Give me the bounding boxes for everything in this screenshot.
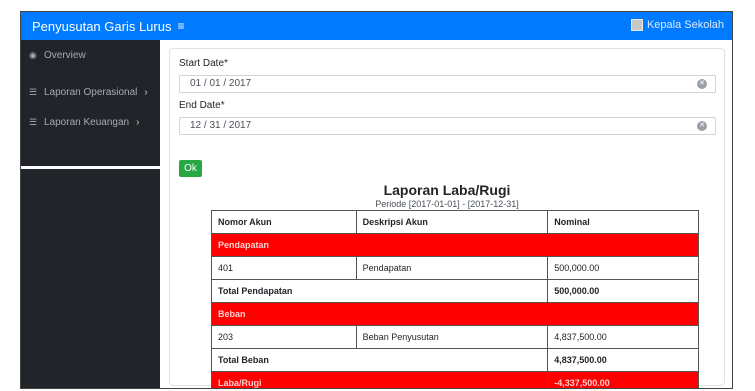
column-header: Nominal (547, 210, 699, 234)
list-icon: ☰ (29, 117, 38, 127)
sidebar-item-label: Overview (44, 50, 86, 61)
account-description: Pendapatan (355, 256, 549, 280)
ok-button[interactable]: Ok (179, 160, 202, 177)
end-date-value: 12 / 31 / 2017 (190, 120, 252, 131)
start-date-input[interactable]: 01 / 01 / 2017 ✕ (179, 75, 716, 93)
report-card: Start Date* 01 / 01 / 2017 ✕ End Date* 1… (169, 48, 725, 388)
total-label: Total Beban (210, 348, 549, 372)
sidebar-item-label: Laporan Operasional (44, 87, 138, 98)
total-label: Total Pendapatan (210, 279, 549, 303)
sidebar-item-overview[interactable]: ◉ Overview (29, 50, 86, 61)
sidebar-item-laporan-keuangan[interactable]: ☰ Laporan Keuangan › (29, 117, 139, 128)
total-row-beban: Total Beban 4,837,500.00 (210, 348, 699, 372)
laba-rugi-label: Laba/Rugi (210, 371, 549, 388)
top-navbar: Penyusutan Garis Lurus ≡ Kepala Sekolah (21, 12, 732, 40)
user-name: Kepala Sekolah (646, 19, 724, 31)
user-menu[interactable]: Kepala Sekolah (630, 19, 724, 31)
sidebar-lower (21, 169, 160, 388)
report-title: Laporan Laba/Rugi (383, 182, 511, 198)
section-label: Beban (211, 302, 699, 326)
total-value: 4,837,500.00 (547, 348, 699, 372)
account-number: 203 (211, 325, 357, 349)
hamburger-icon[interactable]: ≡ (177, 19, 184, 33)
column-header: Nomor Akun (211, 210, 357, 234)
end-date-label: End Date* (179, 100, 225, 111)
clear-icon[interactable]: ✕ (697, 79, 707, 89)
table-header-row: Nomor Akun Deskripsi Akun Nominal (211, 210, 699, 234)
app-title[interactable]: Penyusutan Garis Lurus (21, 19, 171, 34)
account-amount: 500,000.00 (547, 256, 699, 280)
sidebar-item-label: Laporan Keuangan (44, 117, 130, 128)
sidebar: ◉ Overview ☰ Laporan Operasional › ☰ Lap… (21, 40, 160, 166)
laba-rugi-row: Laba/Rugi -4,337,500.00 (210, 371, 699, 388)
total-value: 500,000.00 (547, 279, 699, 303)
start-date-value: 01 / 01 / 2017 (190, 78, 252, 89)
user-avatar-icon (630, 19, 643, 31)
laba-rugi-value: -4,337,500.00 (547, 371, 699, 388)
table-row: 401 Pendapatan 500,000.00 (211, 256, 699, 280)
sidebar-item-laporan-operasional[interactable]: ☰ Laporan Operasional › (29, 87, 148, 98)
table-row: 203 Beban Penyusutan 4,837,500.00 (211, 325, 699, 349)
chevron-right-icon: › (144, 87, 148, 98)
column-header: Deskripsi Akun (355, 210, 549, 234)
browser-frame: Penyusutan Garis Lurus ≡ Kepala Sekolah … (20, 11, 733, 389)
account-amount: 4,837,500.00 (547, 325, 699, 349)
account-number: 401 (211, 256, 357, 280)
list-icon: ☰ (29, 87, 38, 97)
chevron-right-icon: › (136, 117, 140, 128)
section-label: Pendapatan (211, 233, 699, 257)
section-row-pendapatan: Pendapatan (211, 233, 699, 257)
end-date-input[interactable]: 12 / 31 / 2017 ✕ (179, 117, 716, 135)
report-table: Nomor Akun Deskripsi Akun Nominal Pendap… (210, 210, 699, 388)
clear-icon[interactable]: ✕ (697, 121, 707, 131)
total-row-pendapatan: Total Pendapatan 500,000.00 (210, 279, 699, 303)
start-date-label: Start Date* (179, 58, 228, 69)
dashboard-icon: ◉ (29, 50, 37, 60)
section-row-beban: Beban (211, 302, 699, 326)
report-period: Periode [2017-01-01] - [2017-12-31] (375, 199, 519, 209)
account-description: Beban Penyusutan (355, 325, 549, 349)
